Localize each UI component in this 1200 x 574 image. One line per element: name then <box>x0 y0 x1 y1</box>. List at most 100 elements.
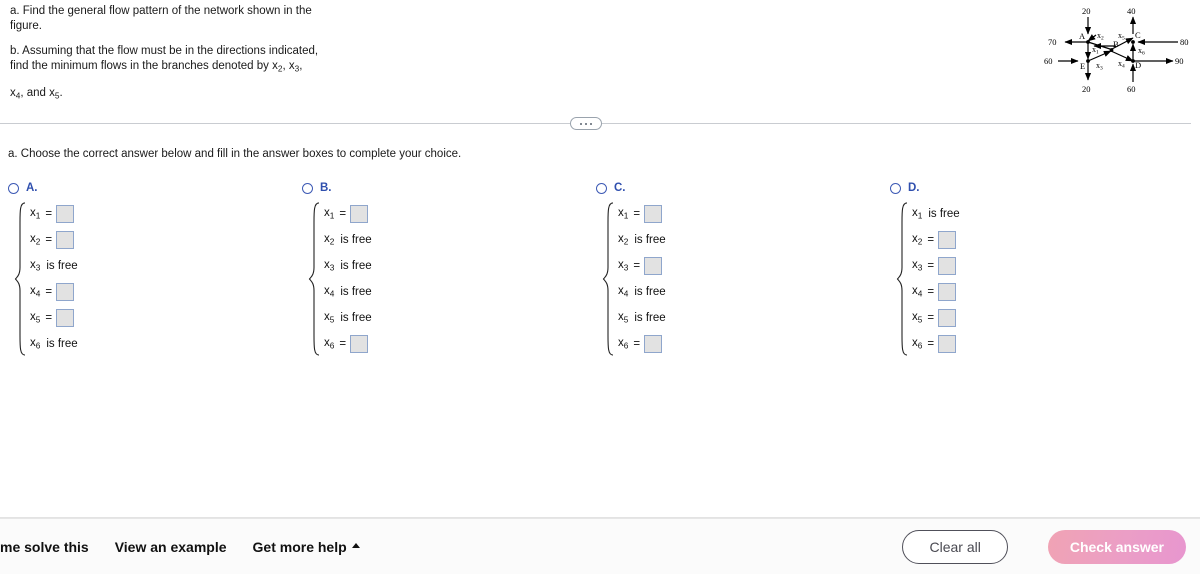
answer-input-a-x4[interactable] <box>56 283 75 301</box>
node-label-A: A <box>1079 31 1086 41</box>
equation-row: x5 is free <box>324 311 372 325</box>
option-a-letter: A. <box>26 182 38 194</box>
equals-sign: = <box>339 208 347 220</box>
answer-input-c-x6[interactable] <box>644 335 663 353</box>
flow-value-right-upper: 80 <box>1180 37 1189 47</box>
left-brace-icon <box>602 201 616 357</box>
free-label: is free <box>46 260 78 272</box>
answer-input-c-x3[interactable] <box>644 257 663 275</box>
var-sub: 6 <box>623 341 629 351</box>
answer-input-d-x3[interactable] <box>938 257 957 275</box>
free-label: is free <box>340 260 372 272</box>
var-sub: 4 <box>917 289 923 299</box>
option-d: D. x1 is free x2 = x3 = x4 = x5 = x6 = <box>890 180 1180 357</box>
equation-row: x6 is free <box>30 337 78 351</box>
var-sub: 6 <box>35 341 41 351</box>
problem-part-b-line1: b. Assuming that the flow must be in the… <box>10 45 319 58</box>
equals-sign: = <box>927 338 935 350</box>
option-d-equations: x1 is free x2 = x3 = x4 = x5 = x6 = <box>890 201 1180 357</box>
radio-button-b[interactable] <box>302 182 313 194</box>
flow-value-bottom-left: 20 <box>1082 84 1091 94</box>
flow-value-right-lower: 90 <box>1175 56 1184 66</box>
collapse-toggle-button[interactable] <box>570 117 602 130</box>
equals-sign: = <box>927 260 935 272</box>
view-an-example-link[interactable]: View an example <box>115 539 227 555</box>
free-label: is free <box>340 286 372 298</box>
equation-row: x4 is free <box>324 285 372 299</box>
option-d-header[interactable]: D. <box>890 180 1180 196</box>
period: . <box>59 87 63 100</box>
equation-row: x1 is free <box>912 207 960 221</box>
option-d-letter: D. <box>908 182 920 194</box>
var-sub: 5 <box>35 315 41 325</box>
clear-all-button[interactable]: Clear all <box>902 529 1008 564</box>
equation-row: x2 is free <box>618 233 666 247</box>
equation-row: x4 = <box>30 279 298 305</box>
equation-row: x3 = <box>912 253 1180 279</box>
problem-part-b: b. Assuming that the flow must be in the… <box>10 45 319 74</box>
node-label-C: C <box>1135 30 1141 40</box>
free-label: is free <box>634 312 666 324</box>
answer-input-d-x5[interactable] <box>938 309 957 327</box>
var-sub: 2 <box>623 237 629 247</box>
equals-sign: = <box>45 286 53 298</box>
help-links-group: me solve this View an example Get more h… <box>0 518 360 574</box>
branch-label-x3: x3 <box>1096 61 1103 72</box>
option-c-header[interactable]: C. <box>596 180 886 196</box>
equation-row: x5 is free <box>618 311 666 325</box>
answer-input-c-x1[interactable] <box>644 205 663 223</box>
answer-input-d-x4[interactable] <box>938 283 957 301</box>
branch-label-x5: x5 <box>1118 31 1125 42</box>
equation-row: x3 is free <box>30 259 78 273</box>
node-label-D: D <box>1135 60 1141 70</box>
equation-row: x5 = <box>912 305 1180 331</box>
equals-sign: = <box>633 260 641 272</box>
answer-input-d-x2[interactable] <box>938 231 957 249</box>
radio-button-c[interactable] <box>596 182 607 194</box>
radio-button-d[interactable] <box>890 182 901 194</box>
equals-sign: = <box>45 208 53 220</box>
branch-label-x2: x2 <box>1097 31 1104 42</box>
flow-value-top-right: 40 <box>1127 6 1136 16</box>
var-sub: 1 <box>35 211 41 221</box>
branch-label-x6: x6 <box>1138 46 1145 57</box>
dot-icon <box>580 122 582 125</box>
var-sub: 5 <box>329 315 335 325</box>
equals-sign: = <box>45 234 53 246</box>
answer-input-a-x2[interactable] <box>56 231 75 249</box>
flow-value-left-lower: 60 <box>1044 56 1053 66</box>
help-me-solve-this-link[interactable]: me solve this <box>0 539 89 555</box>
var-sub: 3 <box>329 263 335 273</box>
var-sub: 3 <box>623 263 629 273</box>
equation-row: x5 = <box>30 305 298 331</box>
equation-row: x2 = <box>912 227 1180 253</box>
answer-input-d-x6[interactable] <box>938 335 957 353</box>
var-sub: 5 <box>917 315 923 325</box>
option-c: C. x1 = x2 is free x3 = x4 is free x5 is… <box>596 180 886 357</box>
answer-input-b-x6[interactable] <box>350 335 369 353</box>
answer-input-a-x5[interactable] <box>56 309 75 327</box>
equation-row: x3 = <box>618 253 886 279</box>
option-a-header[interactable]: A. <box>8 180 298 196</box>
option-b-equations: x1 = x2 is free x3 is free x4 is free x5… <box>302 201 592 357</box>
var-sub: 3 <box>35 263 41 273</box>
option-b: B. x1 = x2 is free x3 is free x4 is free… <box>302 180 592 357</box>
var-sub: 2 <box>35 237 41 247</box>
var-sub: 4 <box>329 289 335 299</box>
equation-row: x6 = <box>912 331 1180 357</box>
get-more-help-link[interactable]: Get more help <box>253 539 360 555</box>
caret-up-icon <box>351 543 360 548</box>
answer-input-b-x1[interactable] <box>350 205 369 223</box>
equation-row: x1 = <box>618 201 886 227</box>
free-label: is free <box>634 286 666 298</box>
equation-row: x1 = <box>30 201 298 227</box>
var-sub: 4 <box>35 289 41 299</box>
option-b-header[interactable]: B. <box>302 180 592 196</box>
option-a-equations: x1 = x2 = x3 is free x4 = x5 = x6 is fre… <box>8 201 298 357</box>
answer-input-a-x1[interactable] <box>56 205 75 223</box>
equals-sign: = <box>339 338 347 350</box>
radio-button-a[interactable] <box>8 182 19 194</box>
check-answer-button[interactable]: Check answer <box>1047 529 1186 564</box>
branch-label-x4: x4 <box>1118 59 1125 70</box>
option-c-equations: x1 = x2 is free x3 = x4 is free x5 is fr… <box>596 201 886 357</box>
